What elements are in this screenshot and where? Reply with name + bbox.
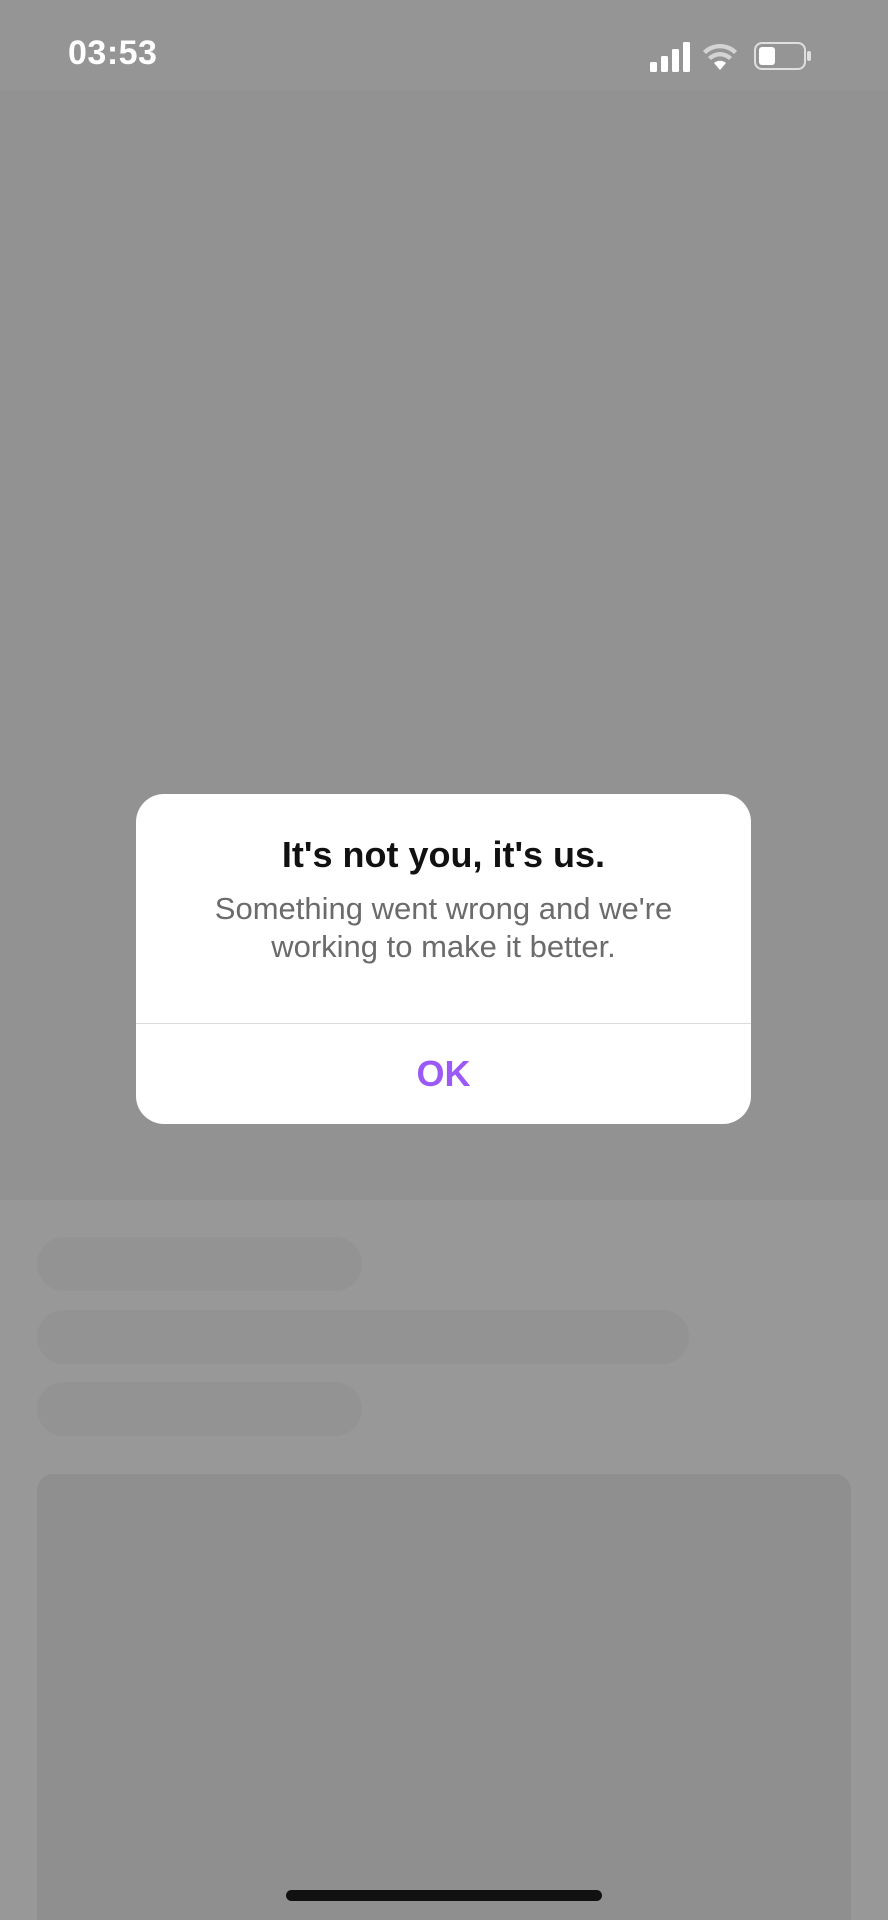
- alert-message: Something went wrong and we're working t…: [214, 891, 673, 964]
- skeleton-line: [37, 1382, 362, 1436]
- status-bar: 03:53: [0, 0, 888, 90]
- skeleton-line: [37, 1237, 362, 1291]
- wifi-icon: [703, 43, 737, 70]
- skeleton-card: [37, 1474, 851, 1920]
- ok-button[interactable]: OK: [136, 1024, 751, 1124]
- alert-title: It's not you, it's us.: [281, 834, 606, 875]
- cellular-signal-icon: [650, 42, 690, 72]
- home-indicator: [286, 1890, 602, 1901]
- error-alert-dialog: It's not you, it's us. Something went wr…: [136, 794, 751, 1124]
- battery-icon: [754, 42, 811, 70]
- skeleton-line: [37, 1310, 689, 1364]
- status-time: 03:53: [68, 34, 158, 72]
